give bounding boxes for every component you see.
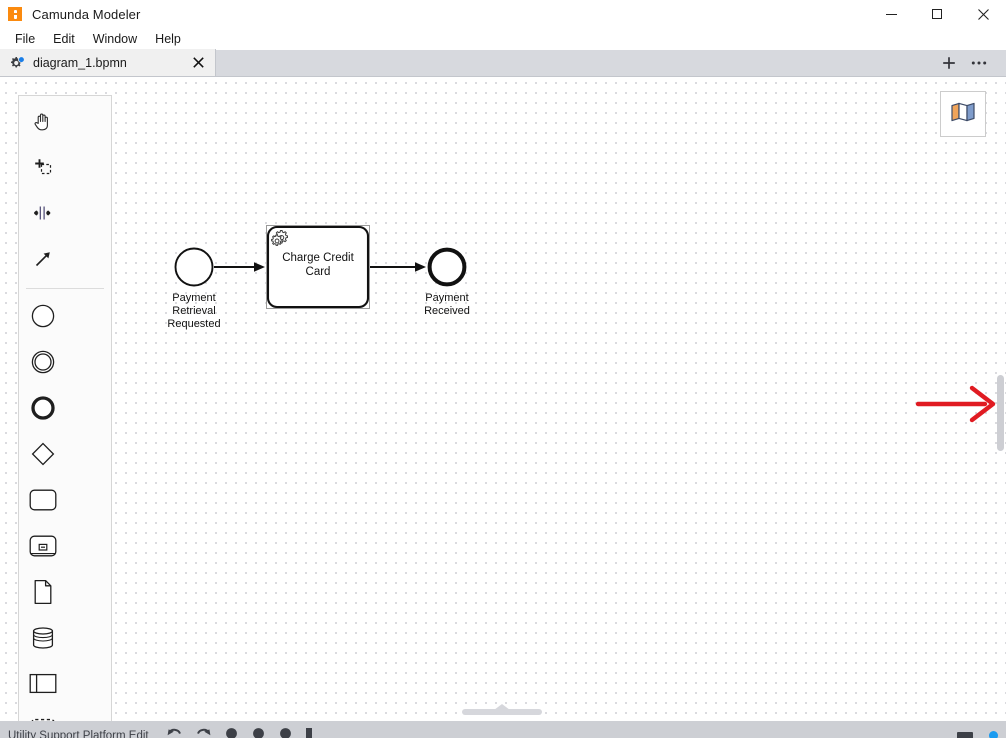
tab-overflow-button[interactable] <box>964 51 994 74</box>
vertical-scrollbar[interactable] <box>996 77 1006 721</box>
bpmn-file-icon <box>9 55 27 71</box>
menu-item-help[interactable]: Help <box>146 30 190 48</box>
window-title: Camunda Modeler <box>32 6 141 22</box>
distribute-icon[interactable] <box>252 727 265 738</box>
start-event-label: Payment Retrieval Requested <box>167 292 221 330</box>
tab-close-button[interactable] <box>189 54 207 72</box>
close-button[interactable] <box>960 0 1006 28</box>
status-bar-right <box>957 731 998 738</box>
status-bar-icons <box>167 727 313 738</box>
menu-bar: File Edit Window Help <box>0 28 1006 50</box>
minimize-button[interactable] <box>868 0 914 28</box>
tab-bar: diagram_1.bpmn <box>0 49 1006 77</box>
vertical-scrollbar-thumb[interactable] <box>997 375 1004 451</box>
menu-item-window[interactable]: Window <box>84 30 146 48</box>
bpmn-diagram: Payment Retrieval Requested Charge Credi… <box>0 77 1006 721</box>
panel-toggle-icon[interactable] <box>957 731 973 738</box>
status-dot-icon[interactable] <box>989 731 998 738</box>
close-icon <box>977 8 989 20</box>
tab-bar-actions <box>934 49 1006 76</box>
title-bar: Camunda Modeler <box>0 0 1006 28</box>
redo-icon[interactable] <box>196 727 211 738</box>
align-icon[interactable] <box>225 727 238 738</box>
sequence-flow-1 <box>214 262 265 272</box>
maximize-icon <box>932 9 942 19</box>
camunda-modeler-window: Camunda Modeler File Edit Window Help di… <box>0 0 1006 738</box>
undo-icon[interactable] <box>167 727 182 738</box>
tab-diagram-1[interactable]: diagram_1.bpmn <box>0 49 216 76</box>
status-bar: Utility Support Platform Edit <box>0 721 1006 738</box>
minimize-icon <box>885 13 897 15</box>
service-task-label: Charge Credit Card <box>282 252 354 278</box>
status-bar-text: Utility Support Platform Edit <box>8 729 149 738</box>
new-tab-button[interactable] <box>934 51 964 74</box>
space-icon[interactable] <box>279 727 292 738</box>
end-event-label: Payment Received <box>424 292 470 317</box>
tab-label: diagram_1.bpmn <box>33 55 127 70</box>
window-controls <box>868 0 1006 28</box>
menu-item-edit[interactable]: Edit <box>44 30 84 48</box>
end-event-shape <box>427 247 467 287</box>
bpmn-canvas[interactable]: Payment Retrieval Requested Charge Credi… <box>0 77 1006 721</box>
camunda-logo-icon <box>8 7 22 21</box>
red-arrow-annotation <box>915 385 996 423</box>
start-event-shape <box>174 247 214 287</box>
menu-item-file[interactable]: File <box>6 30 44 48</box>
sequence-flow-2 <box>370 262 426 272</box>
more-icon[interactable] <box>305 727 313 738</box>
maximize-button[interactable] <box>914 0 960 28</box>
